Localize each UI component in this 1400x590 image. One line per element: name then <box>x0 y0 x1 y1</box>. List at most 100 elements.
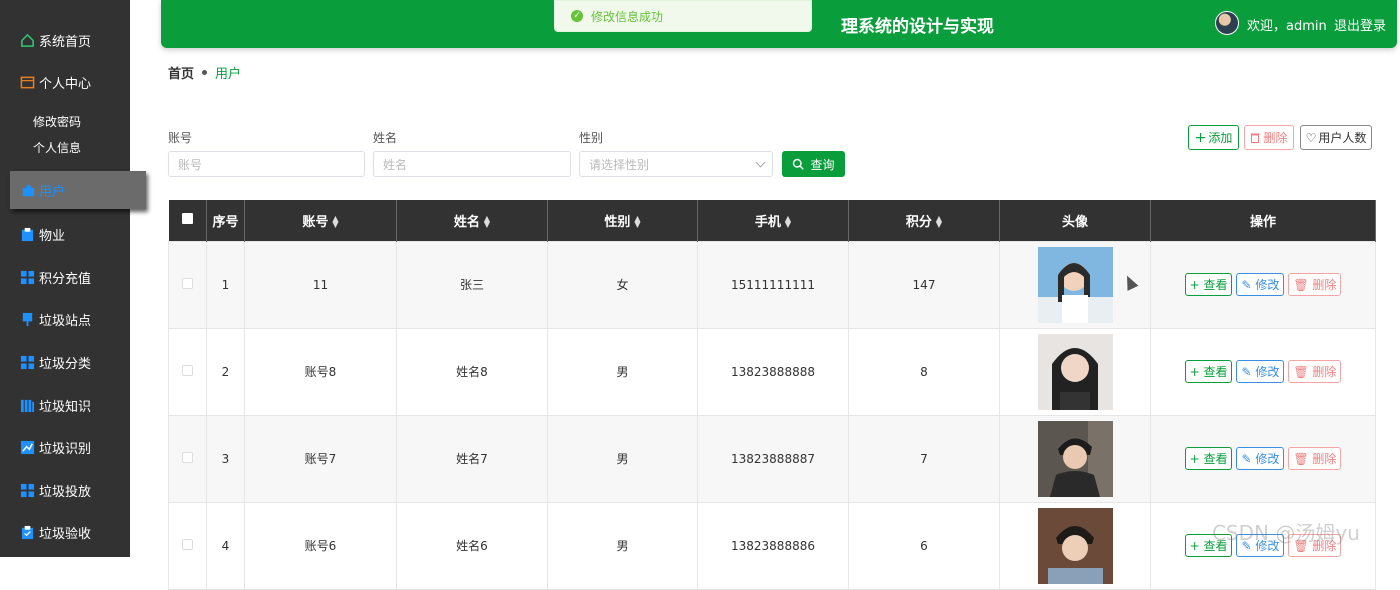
cell-account: 账号6 <box>244 501 397 590</box>
sidebar-item-category[interactable]: 垃圾分类 <box>20 352 91 372</box>
name-input[interactable]: 姓名 <box>373 151 571 177</box>
column-header-account[interactable]: 账号 ▲ ▼ <box>244 200 397 241</box>
sort-icon[interactable]: ▲ ▼ <box>332 215 338 229</box>
edit-icon: ✎ <box>1241 364 1256 379</box>
sidebar-item-property[interactable]: 物业 <box>20 224 65 244</box>
user-count-label: 用户人数 <box>1318 131 1367 145</box>
gender-select[interactable]: 请选择性别 <box>579 151 773 177</box>
column-header-gender[interactable]: 性别 ▲ ▼ <box>547 200 698 241</box>
sidebar-item-recognition[interactable]: 垃圾识别 <box>20 437 91 457</box>
sidebar-item-personal[interactable]: 个人中心 <box>20 72 91 92</box>
table-row: 2 账号8 姓名8 男 13823888888 8 + 查看 ✎ 修改 🗑 删除 <box>168 327 1376 416</box>
edit-button[interactable]: ✎ 修改 <box>1236 273 1285 296</box>
avatar-image <box>1037 507 1113 584</box>
sidebar-item-station[interactable]: 垃圾站点 <box>20 309 91 329</box>
sidebar-item-dispose[interactable]: 垃圾投放 <box>20 480 91 500</box>
user-icon <box>22 184 35 196</box>
trash-icon: 🗑 <box>1293 364 1313 379</box>
column-header-points[interactable]: 积分 ▲ ▼ <box>848 200 1000 241</box>
account-input[interactable]: 账号 <box>168 151 365 177</box>
plus-icon: + <box>1189 277 1204 292</box>
sidebar-subitem-password[interactable]: 修改密码 <box>33 113 81 130</box>
sidebar-item-home[interactable]: 系统首页 <box>20 30 91 50</box>
sidebar-subitem-info[interactable]: 个人信息 <box>33 139 81 156</box>
row-checkbox[interactable] <box>182 451 193 463</box>
edit-button[interactable]: ✎ 修改 <box>1236 447 1285 470</box>
sidebar: 系统首页 个人中心 修改密码 个人信息 物业 积分充值 垃圾站点 垃圾分类 垃圾… <box>0 0 130 557</box>
column-header-name[interactable]: 姓名 ▲ ▼ <box>396 200 548 241</box>
row-checkbox[interactable] <box>182 364 193 376</box>
column-header-actions: 操作 <box>1150 200 1376 241</box>
breadcrumb-home[interactable]: 首页 <box>168 63 194 82</box>
sidebar-item-label: 垃圾站点 <box>39 313 92 329</box>
table-row: 4 账号6 姓名6 男 13823888886 6 + 查看 ✎ 修改 🗑 删除 <box>168 501 1376 590</box>
success-icon: ✓ <box>571 10 583 22</box>
cell-account: 账号8 <box>244 327 397 416</box>
toast-message: 修改信息成功 <box>591 9 664 24</box>
avatar-image <box>1037 333 1113 410</box>
sidebar-item-label: 垃圾分类 <box>39 356 92 372</box>
station-icon <box>22 312 33 326</box>
sort-icon[interactable]: ▲ ▼ <box>484 215 490 229</box>
sidebar-item-knowledge[interactable]: 垃圾知识 <box>20 395 91 415</box>
view-button[interactable]: + 查看 <box>1184 447 1233 470</box>
sort-icon[interactable]: ▲ ▼ <box>936 215 942 229</box>
plus-icon: + <box>1194 129 1207 146</box>
sidebar-item-label: 垃圾投放 <box>39 484 92 500</box>
welcome-text: 欢迎，admin <box>1247 19 1327 34</box>
breadcrumb-current: 用户 <box>215 67 242 82</box>
book-icon <box>20 399 35 412</box>
property-icon <box>21 227 34 241</box>
add-button[interactable]: + 添加 <box>1188 125 1239 150</box>
logout-link[interactable]: 退出登录 <box>1334 15 1386 34</box>
breadcrumb-separator <box>202 70 208 75</box>
breadcrumb: 首页 用户 <box>168 63 241 82</box>
delete-button[interactable]: 🗑 删除 <box>1288 360 1342 383</box>
cell-account: 账号7 <box>244 414 397 503</box>
edit-button[interactable]: ✎ 修改 <box>1236 360 1285 383</box>
cell-points: 8 <box>848 327 1000 416</box>
row-checkbox[interactable] <box>182 538 193 550</box>
sort-icon[interactable]: ▲ ▼ <box>634 215 640 229</box>
delete-label: 删除 <box>1263 131 1288 145</box>
sidebar-item-label: 个人中心 <box>39 76 92 92</box>
batch-delete-button[interactable]: 删除 <box>1244 125 1294 150</box>
cell-points: 147 <box>848 240 1000 329</box>
edit-icon: ✎ <box>1241 451 1256 466</box>
column-header-phone[interactable]: 手机 ▲ ▼ <box>697 200 849 241</box>
view-button[interactable]: + 查看 <box>1184 273 1233 296</box>
cell-index: 1 <box>206 240 245 329</box>
cell-gender: 男 <box>547 414 698 503</box>
sidebar-item-acceptance[interactable]: 垃圾验收 <box>20 522 91 542</box>
delete-button[interactable]: 🗑 删除 <box>1288 273 1342 296</box>
cell-gender: 男 <box>547 327 698 416</box>
cell-phone: 13823888886 <box>697 501 849 590</box>
cell-name: 张三 <box>396 240 548 329</box>
select-all-checkbox[interactable] <box>181 212 193 224</box>
sidebar-item-label: 积分充值 <box>39 271 92 287</box>
sidebar-item-recharge[interactable]: 积分充值 <box>20 267 91 287</box>
table-header-row: 序号 账号 ▲ ▼ 姓名 ▲ ▼ 性别 ▲ ▼ 手机 ▲ ▼ 积分 ▲ ▼ 头像 操作 <box>168 200 1376 241</box>
sidebar-item-users[interactable]: 用户 <box>10 171 146 209</box>
watermark: CSDN @汤姆yu <box>1212 521 1360 545</box>
avatar-image <box>1037 246 1113 323</box>
delete-button[interactable]: 🗑 删除 <box>1288 447 1342 470</box>
search-button[interactable]: 查询 <box>782 151 845 177</box>
system-title: 理系统的设计与实现 <box>841 17 994 37</box>
row-checkbox[interactable] <box>182 277 193 289</box>
cell-phone: 13823888887 <box>697 414 849 503</box>
grid-icon <box>20 270 35 284</box>
cell-phone: 15111111111 <box>697 240 849 329</box>
cell-gender: 女 <box>547 240 698 329</box>
view-button[interactable]: + 查看 <box>1184 360 1233 383</box>
cell-index: 2 <box>206 327 245 416</box>
sidebar-item-label: 用户 <box>39 184 66 200</box>
gender-placeholder: 请选择性别 <box>589 157 650 172</box>
user-count-button[interactable]: ♡ 用户人数 <box>1300 125 1372 150</box>
grid-icon <box>20 483 35 497</box>
profile-icon <box>20 76 35 88</box>
select-all-cell[interactable] <box>168 200 207 241</box>
admin-avatar <box>1215 11 1239 35</box>
add-label: 添加 <box>1208 131 1233 145</box>
sort-icon[interactable]: ▲ ▼ <box>785 215 791 229</box>
